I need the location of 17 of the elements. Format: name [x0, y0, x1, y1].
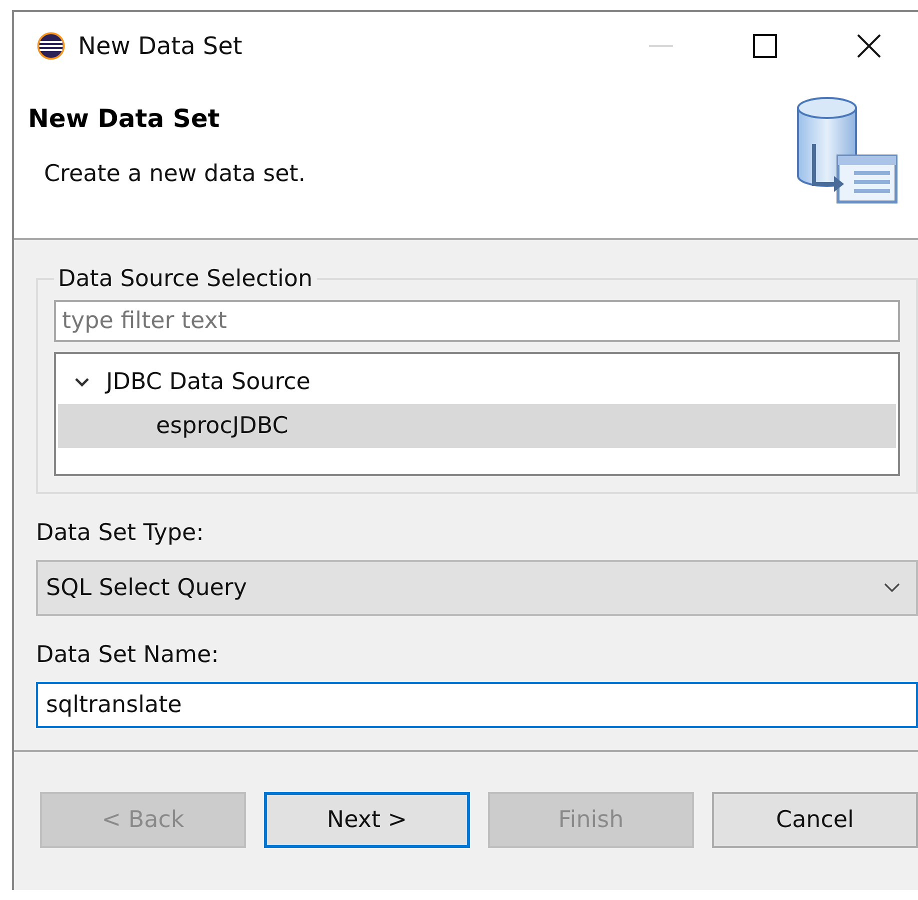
- filter-field[interactable]: type filter text: [54, 300, 900, 342]
- page-description: Create a new data set.: [43, 161, 307, 187]
- field-label: Data Set Type:: [36, 520, 205, 546]
- close-icon[interactable]: [856, 33, 882, 59]
- tree-item[interactable]: esprocJDBC: [58, 404, 896, 448]
- data-set-type-dropdown[interactable]: SQL Select Query: [36, 560, 918, 616]
- dialog-button[interactable]: Cancel: [712, 792, 918, 848]
- group-label: Data Source Selection: [57, 266, 314, 292]
- name-field[interactable]: sqltranslate: [36, 682, 918, 728]
- caret-icon: [884, 583, 900, 593]
- page-title: New Data Set: [28, 104, 221, 133]
- field-label: Data Set Name:: [36, 642, 220, 668]
- tree-item[interactable]: JDBC Data Source: [58, 360, 896, 404]
- app-icon: [36, 31, 66, 61]
- dialog-button[interactable]: Next >: [264, 792, 470, 848]
- window-title: New Data Set: [78, 32, 242, 60]
- maximize-icon[interactable]: [752, 33, 778, 59]
